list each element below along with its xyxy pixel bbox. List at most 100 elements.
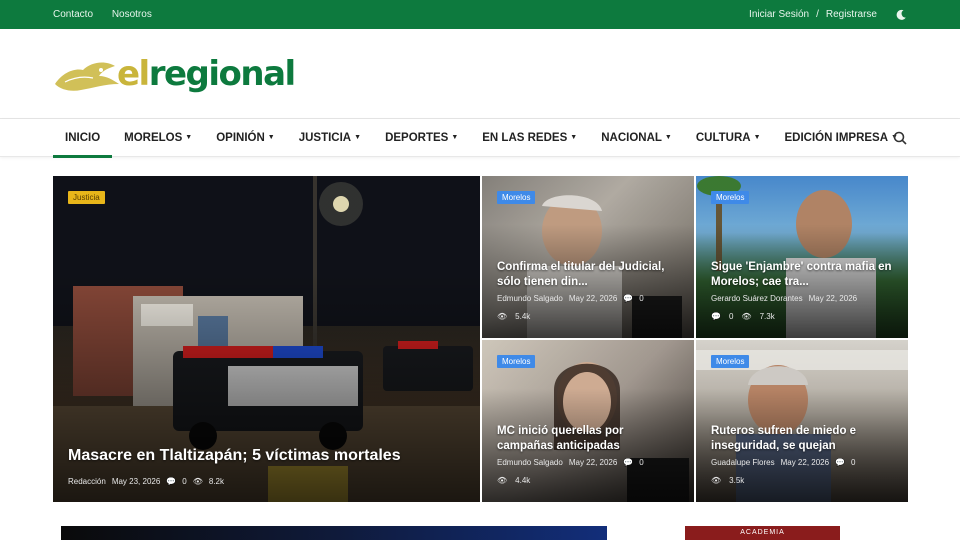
comment-icon: 💬 xyxy=(623,294,634,303)
article-title[interactable]: Sigue 'Enjambre' contra mafia en Morelos… xyxy=(711,260,893,290)
comment-icon: 💬 xyxy=(835,458,846,467)
category-badge[interactable]: Justicia xyxy=(68,191,105,204)
chevron-down-icon: ▼ xyxy=(570,134,578,141)
login-link[interactable]: Iniciar Sesión xyxy=(749,9,809,20)
comment-icon: 💬 xyxy=(623,458,634,467)
nav-label: OPINIÓN xyxy=(216,131,265,144)
article-stats: 👁 3.5k xyxy=(711,476,744,485)
eye-icon: 👁 xyxy=(497,312,508,321)
nav-item-cultura[interactable]: CULTURA ▼ xyxy=(684,119,773,157)
eye-icon: 👁 xyxy=(711,476,722,485)
article-date: May 22, 2026 xyxy=(780,458,830,467)
featured-card[interactable]: Morelos Confirma el titular del Judicial… xyxy=(482,176,694,338)
account-separator: / xyxy=(816,9,819,20)
chevron-down-icon: ▼ xyxy=(185,134,193,141)
article-author[interactable]: Redacción xyxy=(68,477,106,486)
nav-item-justicia[interactable]: JUSTICIA ▼ xyxy=(287,119,373,157)
site-logo[interactable]: elregional xyxy=(53,53,296,94)
category-badge[interactable]: Morelos xyxy=(711,191,750,204)
nav-label: NACIONAL xyxy=(601,131,662,144)
article-stats: 👁 5.4k xyxy=(497,312,530,321)
featured-grid: Justicia Masacre en Tlaltizapán; 5 vícti… xyxy=(53,176,908,502)
logo-emblem-icon xyxy=(55,62,119,91)
article-meta: Edmundo Salgado May 22, 2026 💬 0 xyxy=(497,294,644,303)
nav-item-nacional[interactable]: NACIONAL ▼ xyxy=(589,119,684,157)
eye-icon: 👁 xyxy=(497,476,508,485)
featured-card-main[interactable]: Justicia Masacre en Tlaltizapán; 5 vícti… xyxy=(53,176,480,502)
article-meta: Redacción May 23, 2026 💬 0 👁 8.2k xyxy=(68,477,224,486)
logo-wordmark: elregional xyxy=(117,53,296,94)
article-meta: Guadalupe Flores May 22, 2026 💬 0 xyxy=(711,458,856,467)
view-count: 8.2k xyxy=(208,477,224,486)
featured-card[interactable]: Morelos Ruteros sufren de miedo e insegu… xyxy=(696,340,908,502)
comment-count: 0 xyxy=(851,458,856,467)
register-link[interactable]: Registrarse xyxy=(826,9,877,20)
top-bar: Contacto Nosotros Iniciar Sesión / Regis… xyxy=(0,0,960,29)
nav-label: INICIO xyxy=(65,131,101,144)
article-author[interactable]: Edmundo Salgado xyxy=(497,294,563,303)
view-count: 5.4k xyxy=(515,312,531,321)
view-count: 4.4k xyxy=(515,476,531,485)
chevron-down-icon: ▼ xyxy=(753,134,761,141)
comment-icon: 💬 xyxy=(711,312,721,321)
eye-icon: 👁 xyxy=(741,312,752,321)
logo-part-regional: regional xyxy=(148,53,296,94)
banner-ad-right[interactable]: ACADEMIA xyxy=(685,526,840,540)
nav-item-en-las-redes[interactable]: EN LAS REDES ▼ xyxy=(470,119,589,157)
article-author[interactable]: Edmundo Salgado xyxy=(497,458,563,467)
view-count: 3.5k xyxy=(729,476,745,485)
nav-label: EN LAS REDES xyxy=(482,131,568,144)
nav-label: MORELOS xyxy=(124,131,183,144)
article-author[interactable]: Gerardo Suárez Dorantes xyxy=(711,294,803,303)
category-badge[interactable]: Morelos xyxy=(497,355,536,368)
article-stats: 👁 4.4k xyxy=(497,476,530,485)
article-title[interactable]: MC inició querellas por campañas anticip… xyxy=(497,424,679,454)
comment-count: 0 xyxy=(728,312,734,321)
nav-label: EDICIÓN IMPRESA xyxy=(784,131,889,144)
nav-label: JUSTICIA xyxy=(298,131,352,144)
chevron-down-icon: ▼ xyxy=(451,134,459,141)
view-count: 7.3k xyxy=(759,312,775,321)
nav-label: DEPORTES xyxy=(385,131,449,144)
nav-label: CULTURA xyxy=(695,131,751,144)
nav-item-morelos[interactable]: MORELOS ▼ xyxy=(112,119,204,157)
main-nav: INICIO MORELOS ▼ OPINIÓN ▼ JUSTICIA ▼ DEPOR… xyxy=(0,119,960,158)
article-meta: Edmundo Salgado May 22, 2026 💬 0 xyxy=(497,458,644,467)
chevron-down-icon: ▼ xyxy=(664,134,672,141)
site-header: elregional xyxy=(0,29,960,119)
chevron-down-icon: ▼ xyxy=(354,134,362,141)
article-date: May 22, 2026 xyxy=(808,294,858,303)
article-title[interactable]: Confirma el titular del Judicial, sólo t… xyxy=(497,260,679,290)
chevron-down-icon: ▼ xyxy=(267,134,275,141)
eye-icon: 👁 xyxy=(192,477,203,486)
article-author[interactable]: Guadalupe Flores xyxy=(711,458,775,467)
search-icon[interactable] xyxy=(893,131,907,145)
nav-item-inicio[interactable]: INICIO xyxy=(53,119,113,158)
comment-icon: 💬 xyxy=(166,477,177,486)
category-badge[interactable]: Morelos xyxy=(711,355,750,368)
dark-mode-moon-icon[interactable] xyxy=(895,9,907,21)
ad-label: ACADEMIA xyxy=(740,529,785,536)
nav-item-deportes[interactable]: DEPORTES ▼ xyxy=(373,119,470,157)
comment-count: 0 xyxy=(639,294,644,303)
article-stats: 💬 0 👁 7.3k xyxy=(711,312,775,321)
featured-card[interactable]: Morelos MC inició querellas por campañas… xyxy=(482,340,694,502)
contact-link[interactable]: Contacto xyxy=(53,9,93,20)
account-links: Iniciar Sesión / Registrarse xyxy=(749,9,907,21)
logo-part-el: el xyxy=(117,53,150,94)
nav-item-opinion[interactable]: OPINIÓN ▼ xyxy=(204,119,287,157)
article-date: May 23, 2026 xyxy=(111,477,161,486)
category-badge[interactable]: Morelos xyxy=(497,191,536,204)
comment-count: 0 xyxy=(182,477,187,486)
nav-item-edicion-impresa[interactable]: EDICIÓN IMPRESA ▼ xyxy=(773,119,910,157)
top-links: Contacto Nosotros xyxy=(53,9,168,20)
article-date: May 22, 2026 xyxy=(568,458,618,467)
article-meta: Gerardo Suárez Dorantes May 22, 2026 xyxy=(711,294,857,303)
article-title[interactable]: Masacre en Tlaltizapán; 5 víctimas morta… xyxy=(68,446,465,466)
article-date: May 22, 2026 xyxy=(568,294,618,303)
comment-count: 0 xyxy=(639,458,644,467)
about-link[interactable]: Nosotros xyxy=(112,9,152,20)
article-title[interactable]: Ruteros sufren de miedo e inseguridad, s… xyxy=(711,424,893,454)
banner-ad-left[interactable] xyxy=(61,526,607,540)
featured-card[interactable]: Morelos Sigue 'Enjambre' contra mafia en… xyxy=(696,176,908,338)
